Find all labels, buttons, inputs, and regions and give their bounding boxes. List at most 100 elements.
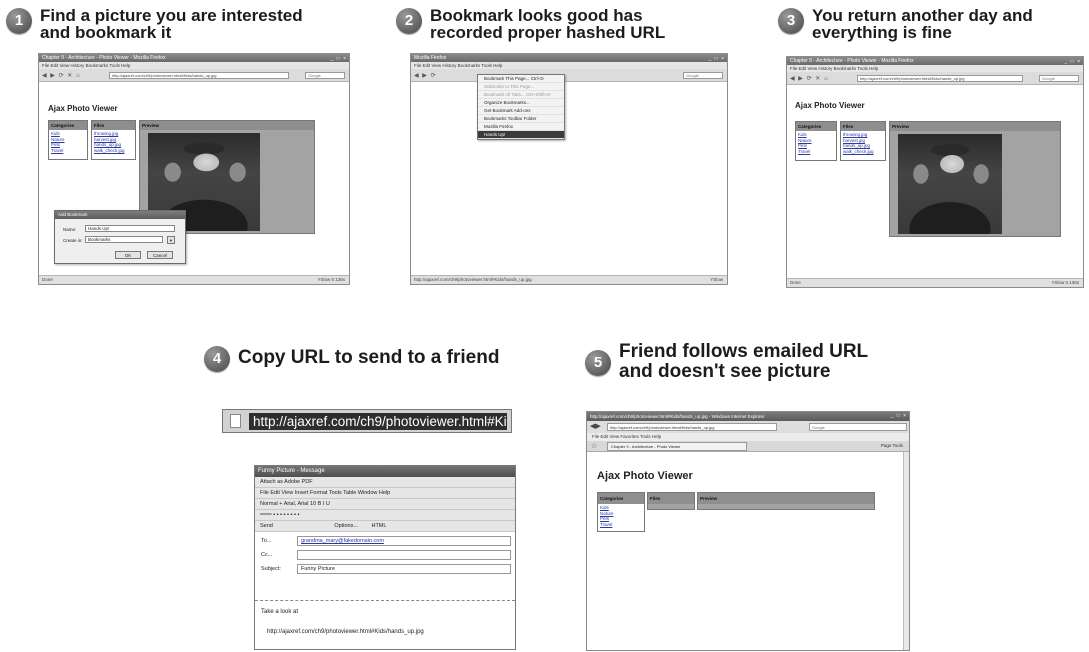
address-bar[interactable]: http://ajaxref.com/ch9/photoviewer.html#…	[109, 72, 289, 79]
window-controls[interactable]: _ □ ×	[1065, 58, 1082, 65]
search-box[interactable]: Google	[1039, 75, 1079, 82]
dialog-title: Add Bookmark	[55, 211, 185, 219]
ie-search-box[interactable]: Google	[809, 423, 907, 431]
files-header: Files	[841, 122, 885, 131]
file-link[interactable]: walk_check.jpg	[94, 148, 133, 154]
outlook-message-window: Funny Picture - Message Attach as Adobe …	[254, 465, 516, 650]
kid-photo	[898, 134, 1002, 234]
category-link[interactable]: Travel	[600, 522, 642, 528]
window-titlebar: Mozilla Firefox _ □ ×	[411, 54, 727, 62]
window-controls[interactable]: _ □ ×	[709, 55, 726, 62]
drawing-toolbar[interactable]: ═══ ▪ ▪ ▪ ▪ ▪ ▪ ▪ ▪	[255, 510, 515, 521]
step-5-header: 5 Friend follows emailed URL and doesn't…	[585, 342, 868, 382]
nav-buttons-icon[interactable]: ◀ ▶ ⟳ ✕ ⌂	[42, 72, 81, 79]
cc-field[interactable]	[297, 550, 511, 560]
status-bar: Done YSlow 0.136s	[787, 278, 1083, 287]
to-field[interactable]: grandma_mary@fakedomain.com	[297, 536, 511, 546]
categories-panel: Categories Kids Nature Pets Travel	[795, 121, 837, 161]
format-toolbar[interactable]: Normal + Arial, Arial 10 B I U	[255, 499, 515, 510]
format-select[interactable]: HTML	[371, 523, 386, 529]
firefox-window-step-3: Chapter 9 - Architecture - Photo Viewer …	[786, 56, 1084, 288]
name-label: Name:	[63, 227, 77, 232]
nav-toolbar: ◀ ▶ ⟳ ✕ ⌂ http://ajaxref.com/ch9/photovi…	[787, 72, 1083, 85]
search-box[interactable]: Google	[305, 72, 345, 79]
ie-menu-bar[interactable]: File Edit View Favorites Tools Help	[587, 433, 909, 441]
app-title: Ajax Photo Viewer	[795, 101, 865, 110]
bookmark-name-input[interactable]: Hands Up!	[85, 225, 175, 232]
pdf-toolbar: Attach as Adobe PDF	[255, 477, 515, 488]
menu-bar[interactable]: File Edit View History Bookmarks Tools H…	[787, 65, 1083, 72]
page-icon	[230, 414, 241, 428]
step-3-header: 3 You return another day and everything …	[778, 7, 1033, 41]
step-title: Find a picture you are interested and bo…	[40, 6, 303, 42]
nav-buttons-icon[interactable]: ◀ ▶ ⟳	[414, 72, 437, 79]
menu-bar[interactable]: File Edit View History Bookmarks Tools H…	[411, 62, 727, 69]
bookmarks-menu-item[interactable]: Subscribe to This Page...	[478, 83, 564, 91]
ie-page-content: Ajax Photo Viewer Categories Kids Nature…	[587, 452, 903, 650]
search-box[interactable]: Google	[683, 72, 723, 79]
category-link[interactable]: Travel	[51, 148, 85, 154]
send-button[interactable]: Send	[260, 523, 273, 529]
files-header: Files	[92, 121, 135, 130]
selected-url-text[interactable]: http://ajaxref.com/ch9/photoviewer.html#…	[249, 413, 507, 430]
address-bar-copy: http://ajaxref.com/ch9/photoviewer.html#…	[222, 409, 512, 433]
step-number-badge: 2	[396, 8, 422, 34]
ie-command-bar[interactable]: Page Tools	[881, 443, 903, 448]
ie-address-bar[interactable]: http://ajaxref.com/ch9/photoviewer.html#…	[607, 423, 777, 431]
menu-bar[interactable]: File Edit View History Bookmarks Tools H…	[39, 62, 349, 69]
message-titlebar: Funny Picture - Message	[255, 466, 515, 477]
cancel-button[interactable]: Cancel	[147, 251, 173, 259]
firefox-window-step-1: Chapter 9 - Architecture - Photo Viewer …	[38, 53, 350, 285]
step-title: You return another day and everything is…	[812, 6, 1033, 42]
ie-tab[interactable]: Chapter 9 - Architecture - Photo Viewer	[607, 442, 747, 451]
window-controls[interactable]: _ □ ×	[331, 55, 348, 62]
categories-header: Categories	[598, 493, 644, 504]
bookmarks-menu-item[interactable]: Organize Bookmarks...	[478, 99, 564, 107]
preview-header: Preview	[698, 493, 874, 504]
expand-button[interactable]: ▾	[167, 236, 175, 244]
favorites-star-icon[interactable]: ☆	[591, 442, 597, 450]
attach-pdf-button[interactable]: Attach as Adobe PDF	[260, 479, 313, 485]
step-title: Friend follows emailed URL and doesn't s…	[619, 341, 869, 382]
window-controls[interactable]: _ □ ×	[891, 412, 908, 421]
bookmarks-menu-item[interactable]: Bookmarks Toolbar Folder	[478, 115, 564, 123]
subject-field[interactable]: Funny Picture	[297, 564, 511, 574]
step-number-badge: 3	[778, 8, 804, 34]
step-2-header: 2 Bookmark looks good has recorded prope…	[396, 7, 665, 41]
files-header: Files	[648, 493, 694, 504]
create-in-label: Create in:	[63, 238, 83, 243]
bookmarks-menu-item[interactable]: Bookmark This Page... Ctrl+D	[478, 75, 564, 83]
body-text-line: Take a look at	[261, 609, 299, 615]
step-title: Copy URL to send to a friend	[238, 347, 500, 368]
categories-header: Categories	[49, 121, 87, 130]
message-body[interactable]: Take a look at http://ajaxref.com/ch9/ph…	[255, 600, 515, 649]
bookmarks-menu-item[interactable]: Get Bookmark Add-ons	[478, 107, 564, 115]
status-bar: Done YSlow 0.136s	[39, 275, 349, 284]
bookmarks-menu-item-selected[interactable]: Hands Up!	[478, 131, 564, 139]
bookmarks-menu: Bookmark This Page... Ctrl+D Subscribe t…	[477, 74, 565, 140]
ok-button[interactable]: OK	[115, 251, 141, 259]
bookmarks-menu-item[interactable]: Bookmark All Tabs... Ctrl+Shift+D	[478, 91, 564, 99]
nav-toolbar: ◀ ▶ ⟳ ✕ ⌂ http://ajaxref.com/ch9/photovi…	[39, 69, 349, 82]
cc-button[interactable]: Cc...	[261, 552, 272, 558]
options-button[interactable]: Options...	[334, 523, 358, 529]
step-number-badge: 1	[6, 8, 32, 34]
nav-buttons-icon[interactable]: ◀ ▶ ⟳ ✕ ⌂	[790, 75, 829, 82]
ie-titlebar: http://ajaxref.com/ch9/photoviewer.html#…	[587, 412, 909, 421]
step-4-header: 4 Copy URL to send to a friend	[204, 345, 499, 372]
message-menu-bar[interactable]: File Edit View Insert Format Tools Table…	[255, 488, 515, 499]
categories-panel: Categories Kids Nature Pets Travel	[597, 492, 645, 532]
bookmarks-menu-item[interactable]: Mozilla Firefox	[478, 123, 564, 131]
back-forward-icon[interactable]: ◀▶	[590, 422, 601, 430]
add-bookmark-dialog: Add Bookmark Name: Hands Up! Create in: …	[54, 210, 186, 264]
to-button[interactable]: To...	[261, 538, 271, 544]
step-number-badge: 5	[585, 350, 611, 376]
category-link[interactable]: Travel	[798, 149, 834, 155]
address-bar[interactable]: http://ajaxref.com/ch9/photoviewer.html#…	[857, 75, 1023, 82]
page-content	[411, 82, 727, 275]
file-link[interactable]: walk_check.jpg	[843, 149, 883, 155]
step-1-header: 1 Find a picture you are interested and …	[6, 7, 303, 41]
create-in-select[interactable]: Bookmarks	[85, 236, 163, 243]
ie-scrollbar[interactable]	[903, 452, 909, 650]
ie-window: http://ajaxref.com/ch9/photoviewer.html#…	[586, 411, 910, 651]
